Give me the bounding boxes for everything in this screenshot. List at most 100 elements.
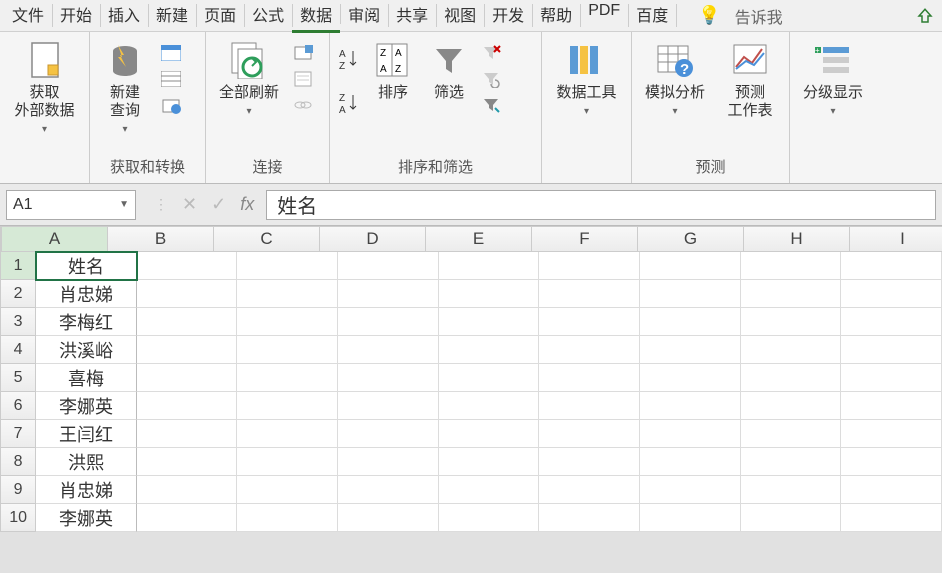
cell-E8[interactable] [439, 448, 540, 476]
menu-开始[interactable]: 开始 [52, 0, 100, 33]
data-tools-button[interactable]: 数据工具 ▾ [548, 36, 625, 121]
recent-sources-icon[interactable] [160, 94, 182, 116]
cell-B4[interactable] [137, 336, 238, 364]
cell-B2[interactable] [137, 280, 238, 308]
cell-H3[interactable] [741, 308, 842, 336]
cell-D5[interactable] [338, 364, 439, 392]
sort-button[interactable]: ZAAZ 排序 [368, 36, 418, 106]
cell-C10[interactable] [237, 504, 338, 532]
cell-A10[interactable]: 李娜英 [36, 504, 137, 532]
cell-D7[interactable] [338, 420, 439, 448]
cell-D1[interactable] [338, 252, 439, 280]
cell-B10[interactable] [137, 504, 238, 532]
menu-PDF[interactable]: PDF [580, 0, 628, 33]
cell-G1[interactable] [640, 252, 741, 280]
fx-icon[interactable]: fx [240, 194, 254, 215]
cell-E9[interactable] [439, 476, 540, 504]
edit-links-icon[interactable] [292, 94, 314, 116]
cell-A5[interactable]: 喜梅 [36, 364, 137, 392]
row-header-9[interactable]: 9 [0, 476, 36, 504]
cell-B5[interactable] [137, 364, 238, 392]
row-header-10[interactable]: 10 [0, 504, 36, 532]
cell-C4[interactable] [237, 336, 338, 364]
cell-B9[interactable] [137, 476, 238, 504]
cell-H9[interactable] [741, 476, 842, 504]
row-header-7[interactable]: 7 [0, 420, 36, 448]
cell-E3[interactable] [439, 308, 540, 336]
menu-页面[interactable]: 页面 [196, 0, 244, 33]
cell-D6[interactable] [338, 392, 439, 420]
col-header-G[interactable]: G [638, 226, 744, 252]
cell-G4[interactable] [640, 336, 741, 364]
cell-I5[interactable] [841, 364, 942, 392]
select-all-corner[interactable] [0, 226, 2, 252]
spreadsheet-grid[interactable]: ABCDEFGHI 1姓名2肖忠娣3李梅红4洪溪峪5喜梅6李娜英7王闫红8洪熙9… [0, 226, 942, 532]
row-header-4[interactable]: 4 [0, 336, 36, 364]
cell-C6[interactable] [237, 392, 338, 420]
col-header-C[interactable]: C [214, 226, 320, 252]
col-header-I[interactable]: I [850, 226, 942, 252]
outline-button[interactable]: + 分级显示 ▾ [796, 36, 870, 121]
cell-C5[interactable] [237, 364, 338, 392]
cell-C9[interactable] [237, 476, 338, 504]
cell-A6[interactable]: 李娜英 [36, 392, 137, 420]
cell-G2[interactable] [640, 280, 741, 308]
menu-数据[interactable]: 数据 [292, 0, 340, 33]
cell-C7[interactable] [237, 420, 338, 448]
cell-H2[interactable] [741, 280, 842, 308]
menu-公式[interactable]: 公式 [244, 0, 292, 33]
what-if-button[interactable]: ? 模拟分析 ▾ [638, 36, 712, 121]
cell-E1[interactable] [439, 252, 540, 280]
tell-me-input[interactable]: 告诉我 [735, 4, 783, 28]
share-icon[interactable] [916, 7, 934, 25]
cell-A3[interactable]: 李梅红 [36, 308, 137, 336]
refresh-all-button[interactable]: 全部刷新 ▾ [212, 36, 286, 121]
cell-D8[interactable] [338, 448, 439, 476]
cell-B6[interactable] [137, 392, 238, 420]
cell-A2[interactable]: 肖忠娣 [36, 280, 137, 308]
cell-D4[interactable] [338, 336, 439, 364]
cell-E5[interactable] [439, 364, 540, 392]
cell-H6[interactable] [741, 392, 842, 420]
cell-I6[interactable] [841, 392, 942, 420]
cell-I1[interactable] [841, 252, 942, 280]
check-icon[interactable]: ✓ [211, 194, 226, 215]
cell-F2[interactable] [539, 280, 640, 308]
cell-B8[interactable] [137, 448, 238, 476]
chevron-down-icon[interactable]: ▼ [119, 199, 129, 210]
cell-D9[interactable] [338, 476, 439, 504]
col-header-A[interactable]: A [2, 226, 108, 252]
col-header-F[interactable]: F [532, 226, 638, 252]
row-header-8[interactable]: 8 [0, 448, 36, 476]
cell-G5[interactable] [640, 364, 741, 392]
cell-G3[interactable] [640, 308, 741, 336]
cell-F4[interactable] [539, 336, 640, 364]
row-header-5[interactable]: 5 [0, 364, 36, 392]
cancel-icon[interactable]: ✕ [182, 194, 197, 215]
cell-A8[interactable]: 洪熙 [36, 448, 137, 476]
cell-F8[interactable] [539, 448, 640, 476]
cell-I9[interactable] [841, 476, 942, 504]
cell-A1[interactable]: 姓名 [36, 252, 137, 280]
cell-F5[interactable] [539, 364, 640, 392]
col-header-H[interactable]: H [744, 226, 850, 252]
new-query-button[interactable]: 新建 查询 ▾ [96, 36, 154, 139]
menu-文件[interactable]: 文件 [4, 0, 52, 33]
name-box[interactable]: A1 ▼ [6, 190, 136, 220]
cell-I8[interactable] [841, 448, 942, 476]
cell-G10[interactable] [640, 504, 741, 532]
cell-F10[interactable] [539, 504, 640, 532]
connections-icon[interactable] [292, 42, 314, 64]
cell-A7[interactable]: 王闫红 [36, 420, 137, 448]
clear-filter-icon[interactable] [480, 42, 502, 64]
cell-H4[interactable] [741, 336, 842, 364]
col-header-E[interactable]: E [426, 226, 532, 252]
cell-D2[interactable] [338, 280, 439, 308]
cell-G9[interactable] [640, 476, 741, 504]
sort-za-icon[interactable]: ZA [336, 90, 362, 116]
sort-az-icon[interactable]: AZ [336, 46, 362, 72]
col-header-D[interactable]: D [320, 226, 426, 252]
col-header-B[interactable]: B [108, 226, 214, 252]
cell-F1[interactable] [539, 252, 640, 280]
cell-E2[interactable] [439, 280, 540, 308]
